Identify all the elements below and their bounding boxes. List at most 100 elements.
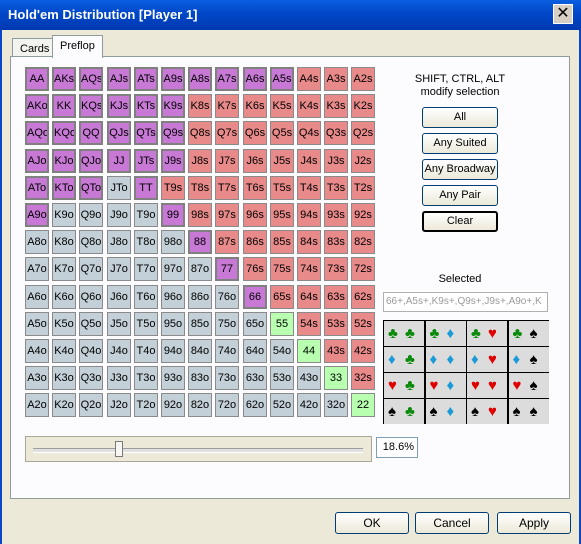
hand-cell-AJo[interactable]: AJo [25, 149, 49, 173]
hand-cell-A2o[interactable]: A2o [25, 393, 49, 417]
hand-cell-A8o[interactable]: A8o [25, 230, 49, 254]
hand-cell-J4s[interactable]: J4s [297, 149, 321, 173]
hand-cell-93o[interactable]: 93o [161, 366, 185, 390]
suit-combo-cell[interactable]: ♦ ♦ [425, 347, 466, 372]
hand-cell-Q3s[interactable]: Q3s [324, 121, 348, 145]
hand-cell-82s[interactable]: 82s [351, 230, 375, 254]
hand-cell-76s[interactable]: 76s [243, 257, 267, 281]
hand-cell-KTo[interactable]: KTo [52, 176, 76, 200]
hand-cell-63s[interactable]: 63s [324, 285, 348, 309]
hand-cell-A4s[interactable]: A4s [297, 67, 321, 91]
hand-cell-KQo[interactable]: KQo [52, 121, 76, 145]
hand-cell-J8s[interactable]: J8s [188, 149, 212, 173]
hand-cell-K4s[interactable]: K4s [297, 94, 321, 118]
hand-cell-K5s[interactable]: K5s [270, 94, 294, 118]
hand-cell-83s[interactable]: 83s [324, 230, 348, 254]
hand-cell-J6s[interactable]: J6s [243, 149, 267, 173]
hand-cell-K5o[interactable]: K5o [52, 312, 76, 336]
hand-cell-74s[interactable]: 74s [297, 257, 321, 281]
hand-cell-96o[interactable]: 96o [161, 285, 185, 309]
hand-cell-Q9s[interactable]: Q9s [161, 121, 185, 145]
hand-cell-92o[interactable]: 92o [161, 393, 185, 417]
suit-combo-cell[interactable]: ♣ ♠ [508, 321, 549, 346]
hand-cell-72s[interactable]: 72s [351, 257, 375, 281]
range-slider[interactable] [25, 436, 372, 462]
hand-cell-J3s[interactable]: J3s [324, 149, 348, 173]
hand-cell-T8o[interactable]: T8o [134, 230, 158, 254]
all-button[interactable]: All [422, 107, 498, 128]
hand-cell-QTo[interactable]: QTo [79, 176, 103, 200]
hand-cell-KJo[interactable]: KJo [52, 149, 76, 173]
hand-cell-T9s[interactable]: T9s [161, 176, 185, 200]
hand-cell-T5s[interactable]: T5s [270, 176, 294, 200]
hand-cell-J5o[interactable]: J5o [107, 312, 131, 336]
hand-cell-Q8o[interactable]: Q8o [79, 230, 103, 254]
hand-cell-T7o[interactable]: T7o [134, 257, 158, 281]
hand-cell-T2o[interactable]: T2o [134, 393, 158, 417]
hand-cell-JTs[interactable]: JTs [134, 149, 158, 173]
suit-combo-cell[interactable]: ♠ ♣ [384, 399, 424, 424]
hand-cell-K3o[interactable]: K3o [52, 366, 76, 390]
hand-cell-AQo[interactable]: AQo [25, 121, 49, 145]
suit-combo-cell[interactable]: ♣ ♦ [425, 321, 466, 346]
hand-cell-T2s[interactable]: T2s [351, 176, 375, 200]
hand-cell-QJs[interactable]: QJs [107, 121, 131, 145]
suit-combo-cell[interactable]: ♣ ♥ [467, 321, 507, 346]
hand-cell-A5s[interactable]: A5s [270, 67, 294, 91]
hand-cell-22[interactable]: 22 [351, 393, 375, 417]
hand-cell-AA[interactable]: AA [25, 67, 49, 91]
hand-cell-TT[interactable]: TT [134, 176, 158, 200]
hand-cell-QTs[interactable]: QTs [134, 121, 158, 145]
hand-cell-66[interactable]: 66 [243, 285, 267, 309]
hand-cell-J9s[interactable]: J9s [161, 149, 185, 173]
hand-cell-95s[interactable]: 95s [270, 203, 294, 227]
hand-cell-K7o[interactable]: K7o [52, 257, 76, 281]
hand-cell-KJs[interactable]: KJs [107, 94, 131, 118]
hand-cell-T5o[interactable]: T5o [134, 312, 158, 336]
hand-cell-K8o[interactable]: K8o [52, 230, 76, 254]
hand-cell-A8s[interactable]: A8s [188, 67, 212, 91]
hand-cell-42o[interactable]: 42o [297, 393, 321, 417]
hand-cell-AJs[interactable]: AJs [107, 67, 131, 91]
hand-cell-A6o[interactable]: A6o [25, 285, 49, 309]
hand-cell-QJo[interactable]: QJo [79, 149, 103, 173]
hand-cell-J7o[interactable]: J7o [107, 257, 131, 281]
hand-cell-AQs[interactable]: AQs [79, 67, 103, 91]
hand-cell-85s[interactable]: 85s [270, 230, 294, 254]
hand-cell-73o[interactable]: 73o [215, 366, 239, 390]
hand-cell-42s[interactable]: 42s [351, 339, 375, 363]
hand-cell-96s[interactable]: 96s [243, 203, 267, 227]
hand-cell-Q9o[interactable]: Q9o [79, 203, 103, 227]
hand-cell-53o[interactable]: 53o [270, 366, 294, 390]
suit-combo-cell[interactable]: ♠ ♥ [467, 399, 507, 424]
hand-cell-ATs[interactable]: ATs [134, 67, 158, 91]
hand-cell-32s[interactable]: 32s [351, 366, 375, 390]
hand-cell-J3o[interactable]: J3o [107, 366, 131, 390]
hand-cell-95o[interactable]: 95o [161, 312, 185, 336]
hand-cell-K3s[interactable]: K3s [324, 94, 348, 118]
hand-cell-J4o[interactable]: J4o [107, 339, 131, 363]
hand-cell-J9o[interactable]: J9o [107, 203, 131, 227]
hand-cell-J7s[interactable]: J7s [215, 149, 239, 173]
hand-cell-93s[interactable]: 93s [324, 203, 348, 227]
hand-cell-54o[interactable]: 54o [270, 339, 294, 363]
hand-cell-98o[interactable]: 98o [161, 230, 185, 254]
hand-cell-K4o[interactable]: K4o [52, 339, 76, 363]
hand-cell-85o[interactable]: 85o [188, 312, 212, 336]
hand-cell-76o[interactable]: 76o [215, 285, 239, 309]
cancel-button[interactable]: Cancel [415, 512, 489, 534]
hand-cell-A9s[interactable]: A9s [161, 67, 185, 91]
hand-cell-T4o[interactable]: T4o [134, 339, 158, 363]
hand-cell-43s[interactable]: 43s [324, 339, 348, 363]
hand-cell-Q3o[interactable]: Q3o [79, 366, 103, 390]
tab-cards[interactable]: Cards [12, 38, 58, 58]
hand-cell-52s[interactable]: 52s [351, 312, 375, 336]
suit-combo-cell[interactable]: ♣ ♣ [384, 321, 424, 346]
hand-cell-65o[interactable]: 65o [243, 312, 267, 336]
hand-cell-A6s[interactable]: A6s [243, 67, 267, 91]
hand-cell-64o[interactable]: 64o [243, 339, 267, 363]
hand-cell-Q6o[interactable]: Q6o [79, 285, 103, 309]
hand-cell-A3s[interactable]: A3s [324, 67, 348, 91]
hand-cell-A9o[interactable]: A9o [25, 203, 49, 227]
hand-cell-97s[interactable]: 97s [215, 203, 239, 227]
